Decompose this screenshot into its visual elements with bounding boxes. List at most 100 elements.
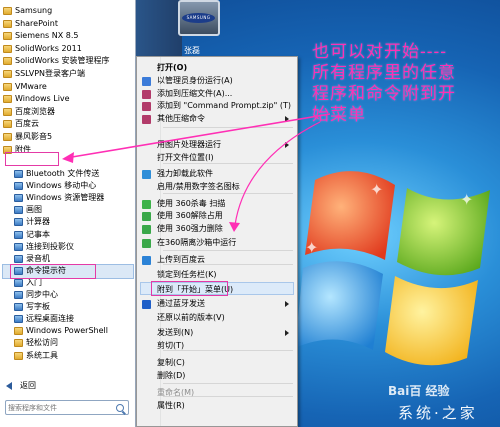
program-item[interactable]: Siemens NX 8.5 (3, 30, 78, 42)
menu-item[interactable]: 打开(O) (137, 62, 297, 74)
menu-item-label: 上传到百度云 (157, 255, 205, 264)
accessory-item[interactable]: 记事本 (14, 229, 50, 241)
watermark-baidu: Bai百 经验 (388, 384, 450, 398)
menu-item[interactable]: 属性(R) (137, 400, 297, 412)
user-name[interactable]: 张磊 (184, 45, 200, 56)
shield-icon (142, 77, 151, 86)
sparkle-icon: ✦ (460, 190, 474, 209)
folder-icon (14, 339, 23, 348)
accessory-label: 系统工具 (26, 350, 58, 360)
back-label: 返回 (20, 381, 36, 390)
annotation-box-pin-to-start (151, 281, 228, 296)
menu-item-label: 添加到 "Command Prompt.zip" (T) (157, 101, 291, 110)
program-item[interactable]: Samsung (3, 5, 52, 17)
folder-icon (3, 107, 12, 116)
menu-item[interactable]: 使用 360强力删除 (137, 223, 297, 235)
search-icon[interactable] (116, 404, 124, 412)
menu-item-label: 以管理员身份运行(A) (157, 76, 233, 85)
search-input[interactable] (8, 402, 108, 413)
menu-item-label: 在360隔离沙箱中运行 (157, 238, 237, 247)
accessory-item[interactable]: 写字板 (14, 301, 50, 313)
program-label: Windows Live (15, 94, 70, 104)
accessory-item[interactable]: Windows 移动中心 (14, 180, 96, 192)
archive-icon (142, 102, 151, 111)
menu-item-label: 重命名(M) (157, 388, 195, 397)
menu-item-label: 删除(D) (157, 371, 186, 380)
archive-icon (142, 115, 151, 124)
menu-item[interactable]: 还原以前的版本(V) (137, 312, 297, 324)
menu-item-label: 其他压缩命令 (157, 114, 205, 123)
program-item[interactable]: 百度浏览器 (3, 106, 55, 118)
submenu-arrow-icon (285, 301, 289, 307)
submenu-arrow-icon (285, 330, 289, 336)
search-box[interactable] (5, 400, 129, 415)
menu-item[interactable]: 强力卸载此软件 (137, 168, 297, 180)
menu-item-label: 添加到压缩文件(A)... (157, 89, 233, 98)
accessory-folder[interactable]: 轻松访问 (14, 337, 58, 349)
menu-item-label: 使用 360解除占用 (157, 211, 223, 220)
accessory-folder[interactable]: 系统工具 (14, 350, 58, 362)
accessory-item[interactable]: 连接到投影仪 (14, 241, 74, 253)
folder-icon (3, 95, 12, 104)
accessory-label: 同步中心 (26, 290, 58, 299)
menu-item[interactable]: 添加到 "Command Prompt.zip" (T) (137, 100, 297, 112)
menu-item[interactable]: 锁定到任务栏(K) (137, 269, 297, 281)
program-item[interactable]: SSLVPN登录客户端 (3, 68, 85, 80)
menu-item[interactable]: 在360隔离沙箱中运行 (137, 237, 297, 249)
unlock-icon (142, 212, 151, 221)
menu-item[interactable]: 打开文件位置(I) (137, 152, 297, 164)
menu-item[interactable]: 其他压缩命令 (137, 113, 297, 125)
accessory-item[interactable]: 同步中心 (14, 289, 58, 301)
menu-item[interactable]: 上传到百度云 (137, 254, 297, 266)
menu-item[interactable]: 删除(D) (137, 370, 297, 382)
menu-item[interactable]: 通过蓝牙发送 (137, 298, 297, 310)
menu-item[interactable]: 使用 360杀毒 扫描 (137, 198, 297, 210)
menu-item[interactable]: 用图片处理器运行 (137, 139, 297, 151)
accessory-item[interactable]: Windows 资源管理器 (14, 192, 104, 204)
menu-item[interactable]: 复制(C) (137, 357, 297, 369)
program-item[interactable]: SharePoint (3, 18, 58, 30)
program-item[interactable]: SolidWorks 安装管理程序 (3, 55, 109, 67)
menu-item[interactable]: 剪切(T) (137, 340, 297, 352)
menu-separator (163, 383, 293, 384)
accessory-item[interactable]: 画图 (14, 204, 42, 216)
accessory-item[interactable]: 计算器 (14, 216, 50, 228)
program-icon (14, 254, 23, 263)
program-icon (14, 218, 23, 227)
menu-item-label: 发送到(N) (157, 328, 194, 337)
menu-item-label: 使用 360杀毒 扫描 (157, 199, 226, 208)
folder-icon (3, 32, 12, 41)
start-menu-programs: Samsung SharePoint Siemens NX 8.5 SolidWork… (0, 0, 136, 427)
menu-item[interactable]: 发送到(N) (137, 327, 297, 339)
menu-item[interactable]: 添加到压缩文件(A)... (137, 88, 297, 100)
menu-item[interactable]: 使用 360解除占用 (137, 210, 297, 222)
folder-icon (14, 351, 23, 360)
accessory-item[interactable]: 录音机 (14, 253, 50, 265)
program-label: Samsung (15, 6, 53, 15)
back-button[interactable]: 返回 (6, 380, 36, 392)
program-item[interactable]: 百度云 (3, 118, 39, 130)
program-item[interactable]: SolidWorks 2011 (3, 43, 82, 55)
menu-item[interactable]: 重命名(M) (137, 387, 297, 399)
menu-item-label: 还原以前的版本(V) (157, 313, 225, 322)
menu-item[interactable]: 启用/禁用数字签名图标 (137, 181, 297, 193)
delete-icon (142, 225, 151, 234)
archive-icon (142, 90, 151, 99)
folder-icon (3, 44, 12, 53)
menu-item[interactable]: 以管理员身份运行(A) (137, 75, 297, 87)
program-item[interactable]: VMware (3, 81, 47, 93)
accessory-folder[interactable]: Windows PowerShell (14, 325, 108, 337)
accessory-label: 记事本 (26, 229, 50, 239)
program-item[interactable]: 暴风影音5 (3, 131, 52, 143)
accessory-label: Windows 移动中心 (26, 181, 97, 191)
antivirus-icon (142, 200, 151, 209)
program-label: VMware (15, 81, 47, 91)
program-label: SolidWorks 2011 (15, 43, 82, 53)
annotation-box-accessories (5, 152, 59, 166)
folder-icon (3, 70, 12, 78)
user-avatar[interactable]: SAMSUNG (178, 0, 220, 36)
accessory-item[interactable]: 远程桌面连接 (14, 313, 74, 325)
folder-icon (3, 19, 12, 28)
accessory-item[interactable]: Bluetooth 文件传送 (14, 168, 99, 180)
program-item[interactable]: Windows Live (3, 93, 70, 105)
